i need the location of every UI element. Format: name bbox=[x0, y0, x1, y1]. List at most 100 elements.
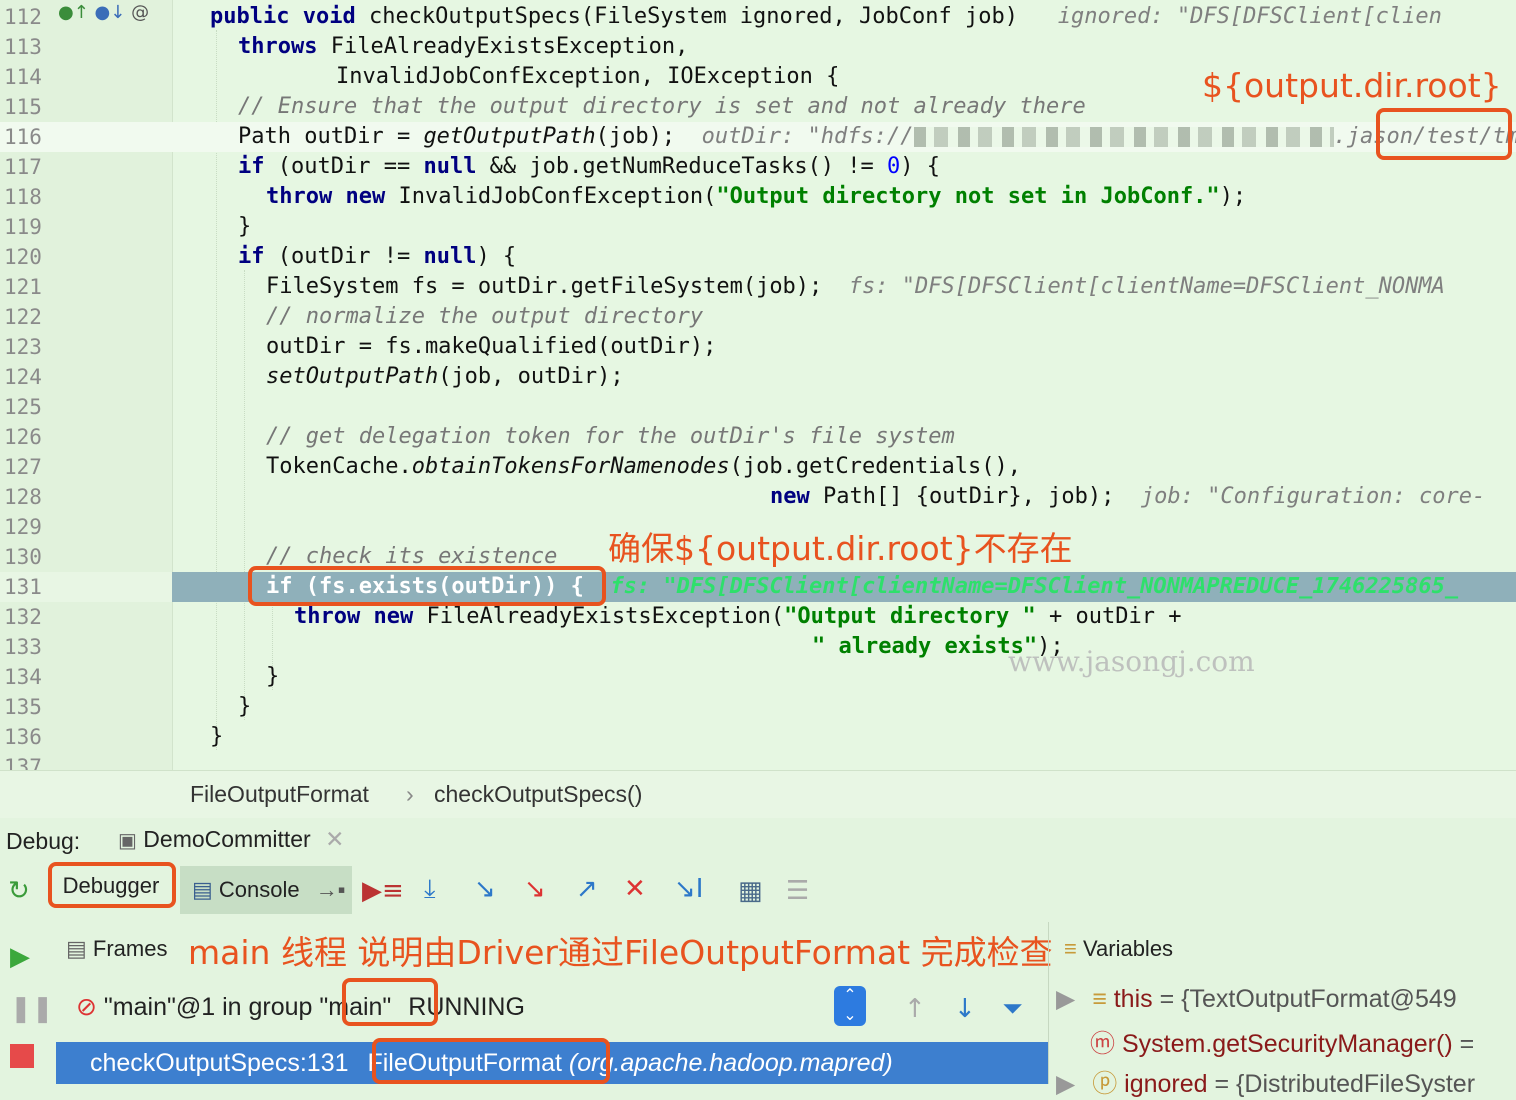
variable-row[interactable]: ⓜ System.getSecurityManager() = bbox=[1056, 1024, 1474, 1060]
thread-dropdown-arrows-icon[interactable]: ⌃ ⌄ bbox=[834, 986, 866, 1026]
code-line-135[interactable]: 135 } bbox=[0, 692, 1516, 722]
code-line-119[interactable]: 119 } bbox=[0, 212, 1516, 242]
session-tab-label: DemoCommitter bbox=[143, 826, 311, 852]
inline-value-hint: fs: "DFS[DFSClient[clientName=DFSClient_… bbox=[610, 574, 1459, 599]
code-line-118[interactable]: 118 throw new InvalidJobConfException("O… bbox=[0, 182, 1516, 212]
line-number: 133 bbox=[4, 635, 42, 659]
line-number: 124 bbox=[4, 365, 42, 389]
code-line-137[interactable]: 137 bbox=[0, 752, 1516, 770]
highlight-box-fileoutputformat bbox=[372, 1038, 610, 1084]
line-number: 129 bbox=[4, 515, 42, 539]
run-to-cursor-icon[interactable]: ↘I bbox=[674, 874, 703, 904]
panel-divider[interactable] bbox=[1048, 922, 1049, 1084]
debug-panel: Debug: ▣ DemoCommitter ✕ ↻ Debugger ▤ Co… bbox=[0, 818, 1516, 1098]
pause-icon[interactable]: ❚❚ bbox=[10, 994, 54, 1024]
rerun-icon[interactable]: ↻ bbox=[8, 876, 30, 906]
watermark: www.jasongj.com bbox=[1008, 645, 1255, 678]
step-into-icon[interactable]: ↘ bbox=[474, 874, 496, 904]
annotation-ensure-absent: 确保${output.dir.root}不存在 bbox=[608, 529, 1073, 568]
inline-value-hint: job: "Configuration: core- bbox=[1140, 484, 1486, 509]
evaluate-expression-icon[interactable]: ▦ bbox=[738, 876, 763, 906]
filter-icon[interactable]: ⏷ bbox=[1002, 994, 1023, 1025]
redacted-host bbox=[913, 127, 1334, 147]
code-line-131[interactable]: 131 bbox=[0, 572, 172, 602]
code-line-123[interactable]: 123 outDir = fs.makeQualified(outDir); bbox=[0, 332, 1516, 362]
resume-icon[interactable]: ▶ bbox=[10, 942, 30, 972]
inline-value-hint: fs: "DFS[DFSClient[clientName=DFSClient_… bbox=[848, 274, 1445, 299]
line-number: 123 bbox=[4, 335, 42, 359]
line-number: 113 bbox=[4, 35, 42, 59]
breadcrumb-separator: › bbox=[406, 781, 414, 807]
code-line-127[interactable]: 127 TokenCache.obtainTokensForNamenodes(… bbox=[0, 452, 1516, 482]
code-line-128[interactable]: 128 new Path[] {outDir}, job); job: "Con… bbox=[0, 482, 1516, 512]
line-number: 125 bbox=[4, 395, 42, 419]
variable-value: = {DistributedFileSyster bbox=[1214, 1070, 1476, 1098]
expand-arrow-icon[interactable]: ▶ bbox=[1056, 1070, 1075, 1098]
code-line-124[interactable]: 124 setOutputPath(job, outDir); bbox=[0, 362, 1516, 392]
code-line-136[interactable]: 136 } bbox=[0, 722, 1516, 752]
line-number: 117 bbox=[4, 155, 42, 179]
line-number: 119 bbox=[4, 215, 42, 239]
tab-console[interactable]: ▤ Console →▪ bbox=[180, 866, 352, 914]
inline-value-hint: outDir: "hdfs:// bbox=[701, 124, 914, 149]
stop-icon[interactable] bbox=[10, 1044, 34, 1068]
line-number: 132 bbox=[4, 605, 42, 629]
close-icon[interactable]: ✕ bbox=[325, 826, 344, 852]
variable-value: = bbox=[1459, 1030, 1475, 1058]
method-icon: ⓜ bbox=[1090, 1030, 1116, 1058]
line-number: 121 bbox=[4, 275, 42, 299]
thread-selector[interactable]: ⊘ "main"@1 in group "main" RUNNING bbox=[56, 984, 1048, 1030]
code-line-116[interactable]: 116 Path outDir = getOutputPath(job); ou… bbox=[0, 122, 1516, 152]
line-number: 134 bbox=[4, 665, 42, 689]
line-number: 112 bbox=[4, 5, 42, 29]
line-number: 114 bbox=[4, 65, 42, 89]
line-number: 130 bbox=[4, 545, 42, 569]
frames-icon: ▤ bbox=[66, 936, 87, 961]
line-number: 115 bbox=[4, 95, 42, 119]
console-tab-label: Console bbox=[218, 877, 300, 902]
code-editor[interactable]: ●↑ ●↓ @ ✓ 112 public void checkOutputSpe… bbox=[0, 0, 1516, 770]
variables-icon: ≡ bbox=[1064, 936, 1077, 961]
line-number: 128 bbox=[4, 485, 42, 509]
code-line-113[interactable]: 113 throws FileAlreadyExistsException, bbox=[0, 32, 1516, 62]
variables-label: Variables bbox=[1082, 936, 1174, 961]
frames-header: ▤ Frames bbox=[66, 936, 167, 962]
move-down-icon[interactable]: ↓ bbox=[954, 994, 976, 1024]
thread-icon: ⊘ bbox=[76, 993, 97, 1021]
code-line-117[interactable]: 117 if (outDir == null && job.getNumRedu… bbox=[0, 152, 1516, 182]
code-line-122[interactable]: 122 // normalize the output directory bbox=[0, 302, 1516, 332]
frame-package: (org.apache.hadoop.mapred) bbox=[568, 1049, 893, 1077]
code-line-132[interactable]: 132 throw new FileAlreadyExistsException… bbox=[0, 602, 1516, 632]
frame-location: checkOutputSpecs:131 bbox=[90, 1049, 349, 1077]
variables-header: ≡ Variables bbox=[1064, 936, 1173, 962]
drop-frame-icon[interactable]: ✕ bbox=[624, 874, 646, 904]
step-out-icon[interactable]: ↗ bbox=[576, 874, 598, 904]
expand-arrow-icon[interactable]: ▶ bbox=[1056, 985, 1075, 1013]
move-up-icon[interactable]: ↑ bbox=[904, 994, 926, 1024]
highlight-box-exists-check bbox=[248, 566, 606, 606]
highlight-box-test-tmp bbox=[1376, 108, 1512, 160]
annotation-main-thread: main 线程 说明由Driver通过FileOutputFormat 完成检查 bbox=[188, 933, 1053, 972]
inline-value-hint: ignored: "DFS[DFSClient[clien bbox=[1057, 4, 1442, 29]
breadcrumb: FileOutputFormat › checkOutputSpecs() bbox=[0, 770, 1516, 819]
session-tab[interactable]: ▣ DemoCommitter ✕ bbox=[118, 826, 344, 853]
code-line-134[interactable]: 134 } bbox=[0, 662, 1516, 692]
breadcrumb-class[interactable]: FileOutputFormat bbox=[190, 781, 369, 808]
frames-label: Frames bbox=[92, 936, 168, 961]
step-over-icon[interactable]: ⤓ bbox=[424, 874, 436, 905]
force-step-into-icon[interactable]: ↘ bbox=[524, 874, 546, 904]
code-line-126[interactable]: 126 // get delegation token for the outD… bbox=[0, 422, 1516, 452]
trace-icon[interactable]: ☰ bbox=[786, 876, 809, 906]
highlight-box-debugger bbox=[48, 862, 176, 908]
show-execution-point-icon[interactable]: ▶≡ bbox=[362, 876, 404, 906]
code-line-112[interactable]: 112 public void checkOutputSpecs(FileSys… bbox=[0, 2, 1516, 32]
pin-arrow-icon: →▪ bbox=[315, 877, 346, 902]
breadcrumb-method[interactable]: checkOutputSpecs() bbox=[434, 781, 642, 808]
variable-row[interactable]: ▶ ≡ this = {TextOutputFormat@549 bbox=[1056, 984, 1457, 1014]
code-line-121[interactable]: 121 FileSystem fs = outDir.getFileSystem… bbox=[0, 272, 1516, 302]
code-line-133[interactable]: 133 " already exists"); bbox=[0, 632, 1516, 662]
variable-row[interactable]: ▶ ⓟ ignored = {DistributedFileSyster bbox=[1056, 1064, 1475, 1100]
line-number: 136 bbox=[4, 725, 42, 749]
code-line-120[interactable]: 120 if (outDir != null) { bbox=[0, 242, 1516, 272]
code-line-125[interactable]: 125 bbox=[0, 392, 1516, 422]
